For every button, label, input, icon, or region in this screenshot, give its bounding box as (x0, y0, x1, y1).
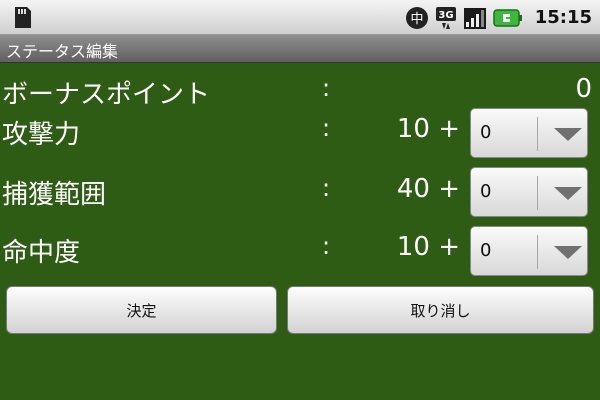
capture-range-base-value: 40 + (396, 174, 460, 204)
capture-range-spinner-value: 0 (480, 181, 492, 202)
svg-text:3G: 3G (438, 10, 453, 21)
spinner-divider (537, 117, 538, 151)
signal-bars-icon (463, 7, 486, 29)
attack-spinner[interactable]: 0 (470, 108, 588, 158)
chevron-down-icon (554, 128, 582, 141)
chevron-down-icon (554, 187, 582, 200)
spinner-divider (537, 235, 538, 269)
capture-range-label: 捕獲範囲 (2, 180, 107, 210)
svg-text:中: 中 (410, 12, 423, 27)
spinner-divider (537, 176, 538, 210)
status-clock: 15:15 (534, 7, 592, 28)
status-edit-form: ボーナスポイント : 0 攻撃力 : 10 + 0 捕獲範囲 : 40 + 0 … (0, 64, 600, 400)
attack-label: 攻撃力 (2, 120, 81, 150)
capture-range-colon: : (322, 174, 331, 202)
accuracy-spinner-value: 0 (480, 240, 492, 261)
bonus-points-colon: : (322, 74, 331, 102)
cancel-button[interactable]: 取り消し (287, 286, 594, 334)
accuracy-label: 命中度 (2, 238, 81, 268)
bonus-points-value: 0 (575, 74, 592, 104)
3g-signal-icon: 3G (435, 6, 456, 29)
title-bar: ステータス編集 (0, 35, 600, 63)
attack-colon: : (322, 114, 331, 142)
chevron-down-icon (554, 246, 582, 259)
battery-icon (492, 8, 522, 27)
status-bar: 中 3G 15:15 (0, 0, 600, 35)
accuracy-base-value: 10 + (396, 232, 460, 262)
capture-range-spinner[interactable]: 0 (470, 167, 588, 217)
accuracy-spinner[interactable]: 0 (470, 226, 588, 276)
confirm-button[interactable]: 決定 (6, 286, 277, 334)
attack-base-value: 10 + (396, 114, 460, 144)
sd-card-icon (15, 7, 31, 28)
screen-title: ステータス編集 (6, 42, 119, 61)
chinese-input-icon: 中 (405, 6, 428, 29)
accuracy-colon: : (322, 232, 331, 260)
attack-spinner-value: 0 (480, 122, 492, 143)
